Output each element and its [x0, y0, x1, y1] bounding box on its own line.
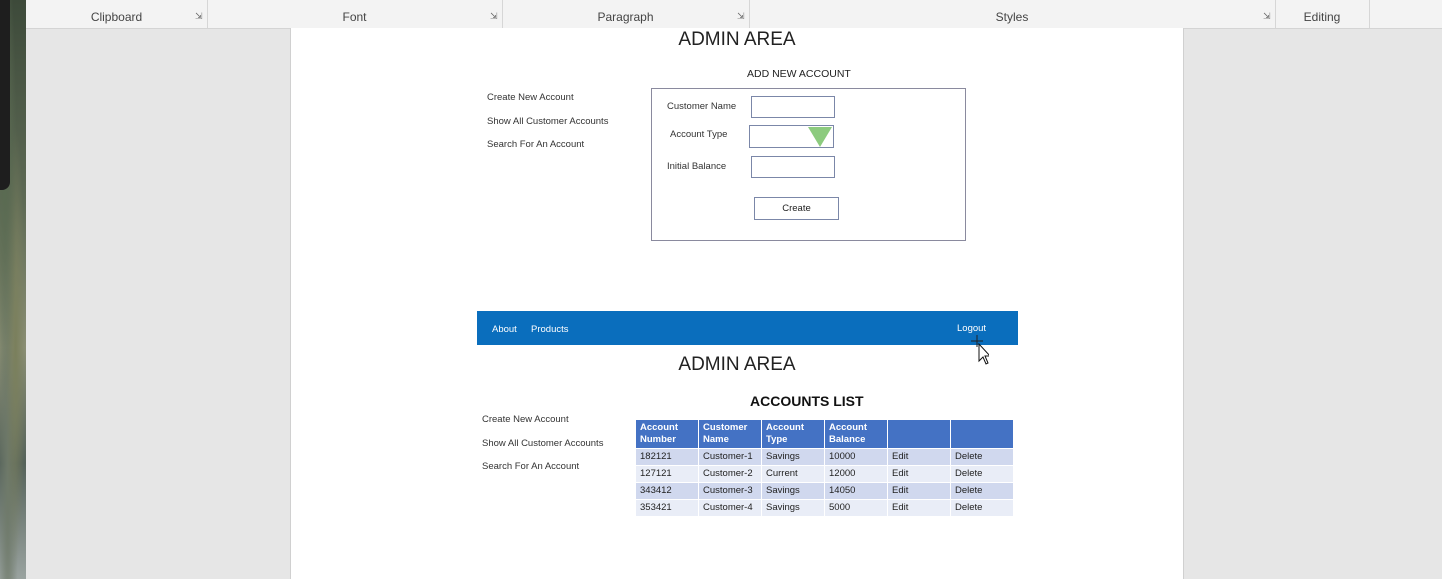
column-header [888, 420, 950, 448]
column-header: Customer Name [699, 420, 761, 448]
account-type-label: Account Type [670, 129, 728, 140]
ribbon-group-editing: Editing [1275, 0, 1370, 28]
account-type-cell: Savings [762, 449, 824, 465]
add-account-form: Customer Name Account Type Initial Balan… [651, 88, 966, 241]
ribbon-group-label: Clipboard [90, 10, 143, 24]
account-balance-cell: 14050 [825, 483, 887, 499]
ribbon-group-label: Editing [1303, 10, 1341, 24]
dialog-launcher-icon[interactable]: ⇲ [1263, 12, 1271, 21]
column-header: Account Number [636, 420, 698, 448]
account-balance-cell: 5000 [825, 500, 887, 516]
customer-name-cell: Customer-1 [699, 449, 761, 465]
customer-name-cell: Customer-2 [699, 466, 761, 482]
customer-name-cell: Customer-4 [699, 500, 761, 516]
delete-link[interactable]: Delete [951, 449, 1013, 465]
account-number-cell: 353421 [636, 500, 698, 516]
desktop-background [0, 0, 26, 579]
dialog-launcher-icon[interactable]: ⇲ [195, 12, 203, 21]
delete-link[interactable]: Delete [951, 483, 1013, 499]
account-number-cell: 343412 [636, 483, 698, 499]
account-type-cell: Current [762, 466, 824, 482]
nav-products-link[interactable]: Products [531, 324, 569, 335]
document-page: ADMIN AREA Create New Account Show All C… [290, 28, 1184, 579]
table-row: 127121 Customer-2 Current 12000 Edit Del… [636, 466, 1013, 482]
ribbon-group-label: Paragraph [597, 10, 654, 24]
edit-link[interactable]: Edit [888, 449, 950, 465]
account-balance-cell: 12000 [825, 466, 887, 482]
accounts-table: Account Number Customer Name Account Typ… [635, 419, 1014, 517]
table-row: 182121 Customer-1 Savings 10000 Edit Del… [636, 449, 1013, 465]
side-link-show-accounts[interactable]: Show All Customer Accounts [482, 438, 603, 449]
column-header: Account Balance [825, 420, 887, 448]
initial-balance-input[interactable] [751, 156, 835, 178]
account-type-select[interactable] [749, 125, 834, 148]
edit-link[interactable]: Edit [888, 466, 950, 482]
ribbon-group-bar: Clipboard ⇲ Font ⇲ Paragraph ⇲ Styles ⇲ … [26, 0, 1442, 29]
ribbon-group-label: Styles [995, 10, 1029, 24]
dropdown-arrow-icon [808, 127, 832, 147]
ribbon-group-label: Font [342, 10, 367, 24]
account-type-cell: Savings [762, 483, 824, 499]
page-title: ADMIN AREA [678, 354, 796, 375]
side-link-show-accounts[interactable]: Show All Customer Accounts [487, 116, 608, 127]
form-title: ADD NEW ACCOUNT [747, 68, 851, 80]
edit-link[interactable]: Edit [888, 500, 950, 516]
ribbon-group-paragraph: Paragraph ⇲ [502, 0, 750, 28]
ribbon-group-clipboard: Clipboard ⇲ [26, 0, 208, 28]
nav-logout-link[interactable]: Logout [957, 323, 986, 334]
edit-link[interactable]: Edit [888, 483, 950, 499]
top-navbar: About Products Logout [477, 311, 1018, 345]
customer-name-label: Customer Name [667, 101, 737, 112]
side-link-create-account[interactable]: Create New Account [482, 414, 569, 425]
table-row: 343412 Customer-3 Savings 14050 Edit Del… [636, 483, 1013, 499]
account-type-cell: Savings [762, 500, 824, 516]
nav-about-link[interactable]: About [492, 324, 517, 335]
account-number-cell: 182121 [636, 449, 698, 465]
delete-link[interactable]: Delete [951, 500, 1013, 516]
dialog-launcher-icon[interactable]: ⇲ [737, 12, 745, 21]
column-header: Account Type [762, 420, 824, 448]
window-edge [0, 0, 10, 190]
side-link-search-account[interactable]: Search For An Account [487, 139, 584, 150]
account-number-cell: 127121 [636, 466, 698, 482]
table-row: 353421 Customer-4 Savings 5000 Edit Dele… [636, 500, 1013, 516]
dialog-launcher-icon[interactable]: ⇲ [490, 12, 498, 21]
initial-balance-label: Initial Balance [667, 161, 727, 172]
ribbon-group-styles: Styles ⇲ [749, 0, 1276, 28]
ribbon-group-font: Font ⇲ [207, 0, 503, 28]
column-header [951, 420, 1013, 448]
account-balance-cell: 10000 [825, 449, 887, 465]
side-link-search-account[interactable]: Search For An Account [482, 461, 579, 472]
customer-name-cell: Customer-3 [699, 483, 761, 499]
customer-name-input[interactable] [751, 96, 835, 118]
delete-link[interactable]: Delete [951, 466, 1013, 482]
page-title: ADMIN AREA [678, 29, 796, 50]
table-header-row: Account Number Customer Name Account Typ… [636, 420, 1013, 448]
accounts-list-title: ACCOUNTS LIST [750, 393, 864, 409]
create-button[interactable]: Create [754, 197, 839, 220]
side-link-create-account[interactable]: Create New Account [487, 92, 574, 103]
